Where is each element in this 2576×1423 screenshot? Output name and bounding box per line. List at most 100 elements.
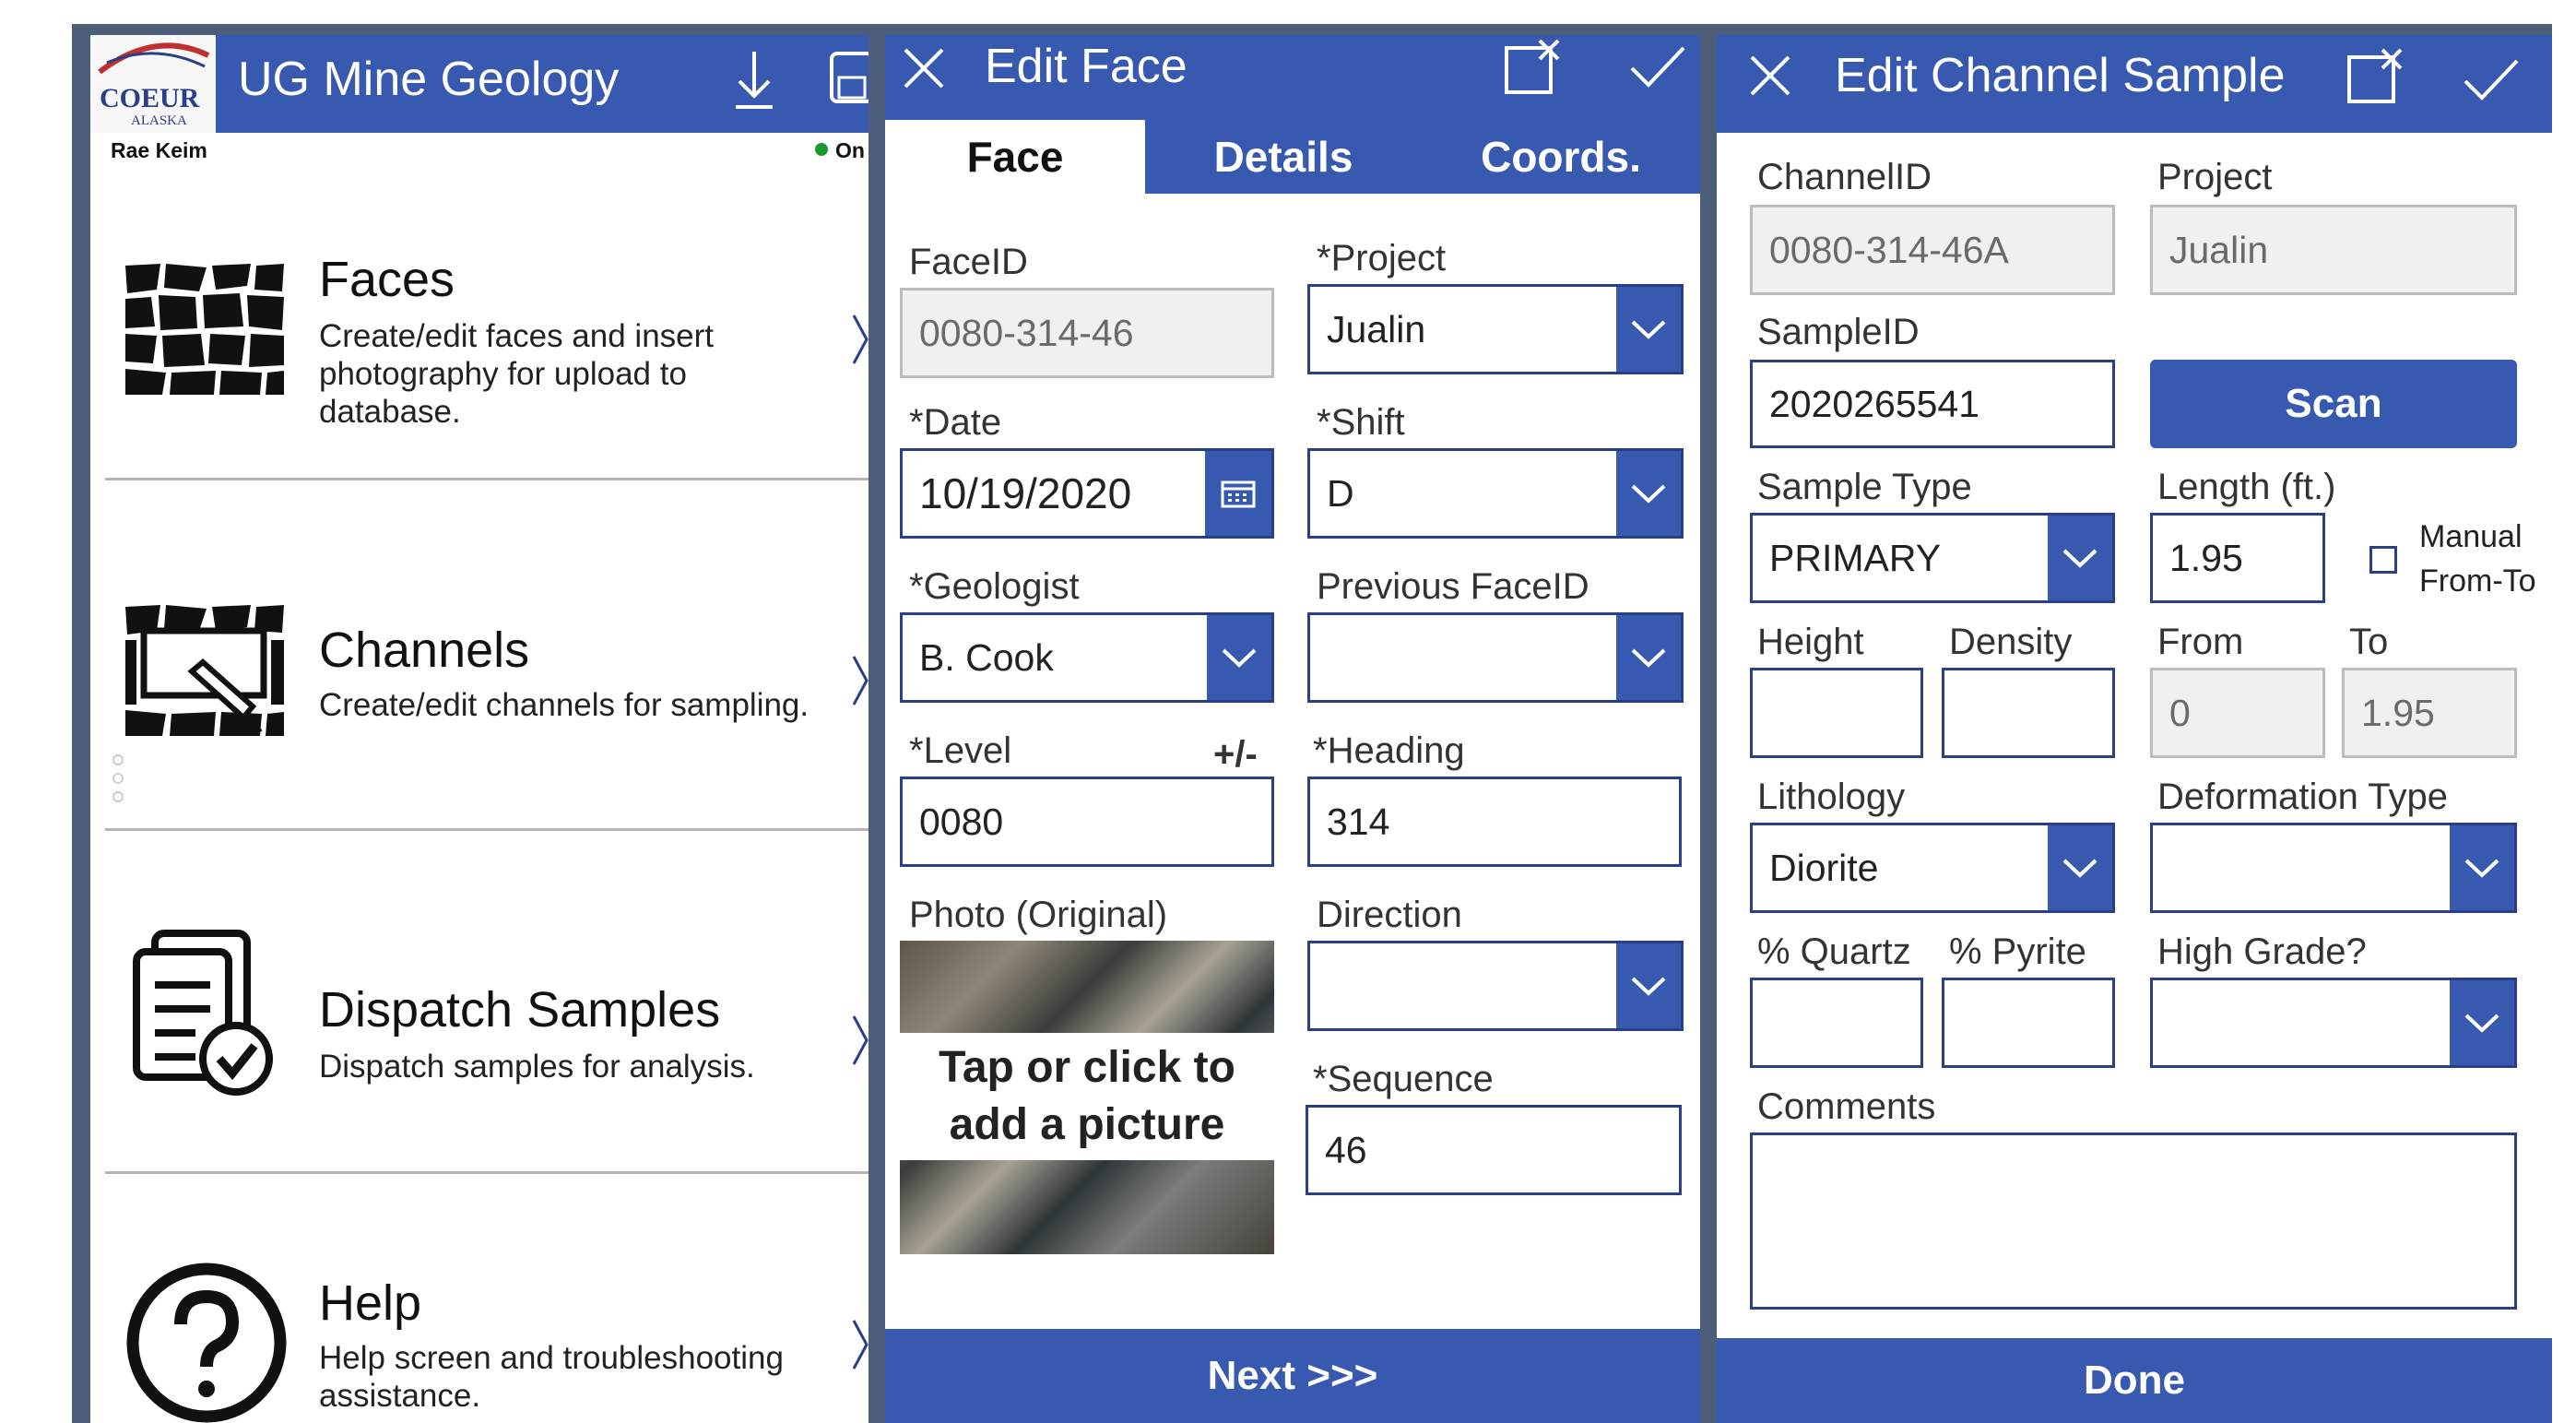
sequence-label: *Sequence [1313,1059,1494,1099]
menu-item-help[interactable]: Help Help screen and troubleshooting ass… [90,1179,869,1423]
comments-textarea[interactable] [1750,1132,2517,1310]
height-label: Height [1757,622,1864,662]
chevron-right-icon [852,656,869,706]
photo-picker[interactable]: Tap or click to add a picture [900,941,1274,1254]
chevron-down-icon [1631,484,1666,504]
status-text: On [835,138,865,162]
dropdown-button[interactable] [1207,615,1271,700]
menu-desc: Create/edit channels for sampling. [319,687,809,723]
to-field: 1.95 [2342,668,2517,758]
high-grade-label: High Grade? [2157,931,2367,972]
level-input[interactable]: 0080 [900,777,1274,867]
deformation-dropdown[interactable] [2150,823,2517,913]
status-dot [815,143,828,156]
dropdown-button[interactable] [2048,516,2112,600]
tab-coords[interactable]: Coords. [1422,120,1700,194]
chevron-down-icon [1631,648,1666,668]
frame-left [72,24,90,1423]
close-icon[interactable] [1744,50,1796,101]
menu-item-faces[interactable]: Faces Create/edit faces and insert photo… [90,192,869,505]
channelid-label: ChannelID [1757,157,1932,197]
menu-desc: Help screen and troubleshooting assistan… [319,1340,784,1414]
dropdown-button[interactable] [1616,451,1681,536]
faceid-label: FaceID [909,242,1028,282]
geologist-value: B. Cook [919,635,1054,679]
calendar-icon [1221,480,1256,508]
direction-dropdown[interactable] [1307,941,1684,1031]
frame-divider-2 [1700,24,1717,1423]
dropdown-button[interactable] [2450,825,2514,910]
density-input[interactable] [1942,668,2115,758]
menu-item-dispatch-samples[interactable]: Dispatch Samples Dispatch samples for an… [90,837,869,1179]
dropdown-button[interactable] [1616,615,1681,700]
sample-type-dropdown[interactable]: PRIMARY [1750,513,2115,603]
density-label: Density [1949,622,2073,662]
scan-button[interactable]: Scan [2150,360,2517,448]
sequence-input[interactable]: 46 [1306,1105,1682,1195]
height-input[interactable] [1750,668,1923,758]
lithology-label: Lithology [1757,777,1906,817]
geologist-dropdown[interactable]: B. Cook [900,612,1274,703]
sampleid-input[interactable]: 2020265541 [1750,360,2115,448]
edit-face-title: Edit Face [985,40,1188,93]
open-external-icon[interactable] [1501,35,1567,101]
open-external-icon[interactable] [2344,44,2410,111]
sample-type-label: Sample Type [1757,467,1972,507]
quartz-input[interactable] [1750,978,1923,1068]
check-icon[interactable] [1628,41,1687,92]
direction-label: Direction [1317,895,1462,935]
menu-title: Dispatch Samples [319,982,721,1038]
heading-label: *Heading [1313,730,1465,771]
project-value: Jualin [1327,307,1426,350]
shift-label: *Shift [1317,402,1405,443]
heading-input[interactable]: 314 [1307,777,1682,867]
download-icon[interactable] [727,42,782,116]
calendar-button[interactable] [1205,451,1271,536]
chevron-down-icon [1631,320,1666,339]
project-field: Jualin [2150,205,2517,295]
edit-channel-sample-screen: Edit Channel Sample ChannelID 0080-314-4… [1717,35,2552,1423]
tab-details[interactable]: Details [1145,120,1422,194]
shift-dropdown[interactable]: D [1307,448,1684,539]
app-header: COEUR ALASKA UG Mine Geology [90,35,869,133]
scroll-dot [112,791,124,802]
length-input[interactable]: 1.95 [2150,513,2325,603]
logo-sub: ALASKA [131,113,187,128]
project-label: Project [2157,157,2273,197]
chevron-right-icon [852,314,869,364]
tab-face[interactable]: Face [885,120,1145,194]
manual-from-to-checkbox[interactable] [2369,546,2397,574]
dropdown-button[interactable] [1616,943,1681,1028]
faceid-field: 0080-314-46 [900,288,1274,378]
date-label: *Date [909,402,1002,443]
close-icon[interactable] [898,42,950,94]
edit-face-screen: Edit Face Face Details Coords. FaceID 00… [885,35,1700,1423]
edit-face-header: Edit Face [885,35,1700,120]
rock-face-icon [124,262,286,397]
chevron-down-icon [2464,859,2499,878]
tab-bar: Face Details Coords. [885,120,1700,194]
edit-channel-title: Edit Channel Sample [1835,49,2286,102]
pyrite-label: % Pyrite [1949,931,2086,972]
length-label: Length (ft.) [2157,467,2336,507]
next-button[interactable]: Next >>> [885,1329,1700,1423]
app-title: UG Mine Geology [238,53,620,106]
dropdown-button[interactable] [2450,980,2514,1065]
menu-item-channels[interactable]: Channels Create/edit channels for sampli… [90,487,869,828]
pyrite-input[interactable] [1942,978,2115,1068]
help-icon [126,1263,287,1423]
prev-faceid-dropdown[interactable] [1307,612,1684,703]
check-icon[interactable] [2462,53,2521,105]
frame-top [72,24,2552,35]
chevron-down-icon [1631,977,1666,996]
date-picker[interactable]: 10/19/2020 [900,448,1274,539]
dropdown-button[interactable] [1616,287,1681,372]
save-icon[interactable] [828,46,869,111]
dropdown-button[interactable] [2048,825,2112,910]
done-button[interactable]: Done [1717,1338,2552,1423]
level-plus-minus[interactable]: +/- [1213,734,1258,776]
project-dropdown[interactable]: Jualin [1307,284,1684,374]
high-grade-dropdown[interactable] [2150,978,2517,1068]
chevron-down-icon [2464,1014,2499,1033]
lithology-dropdown[interactable]: Diorite [1750,823,2115,913]
